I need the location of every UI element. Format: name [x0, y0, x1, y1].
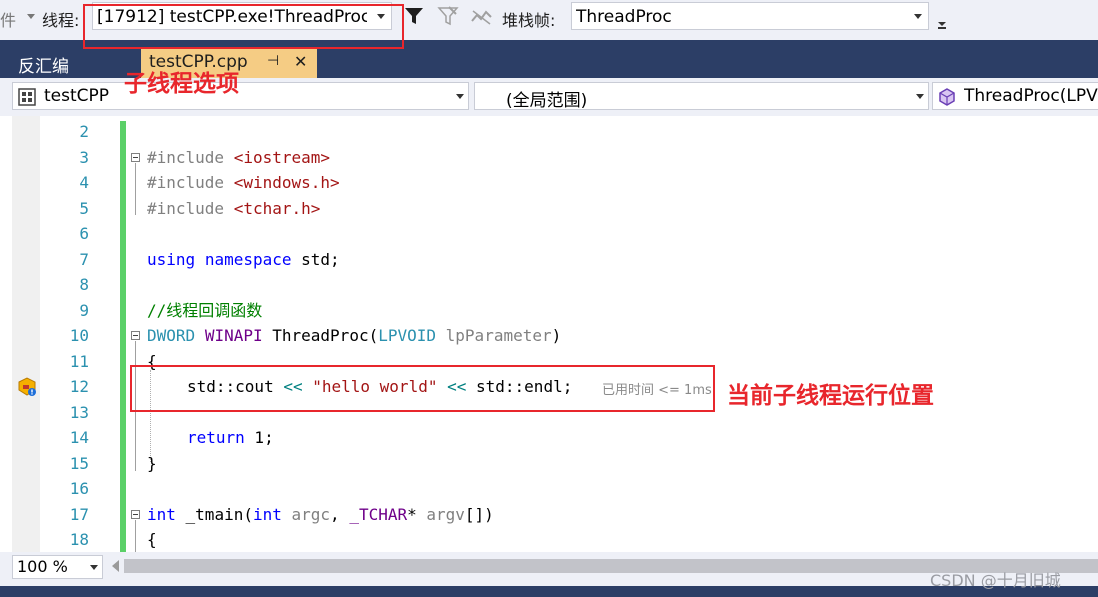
- line-number: 7: [79, 250, 89, 269]
- current-position-annotation: 当前子线程运行位置: [727, 383, 934, 409]
- filter-icon[interactable]: [403, 5, 425, 27]
- chevron-down-icon: [90, 565, 98, 570]
- zoom-select[interactable]: 100 %: [12, 555, 103, 579]
- project-select-value: testCPP: [44, 86, 110, 106]
- chevron-down-icon: [916, 94, 924, 99]
- method-icon: [939, 88, 955, 106]
- collapse-icon[interactable]: [131, 510, 140, 519]
- line-number: 2: [79, 122, 89, 141]
- thread-option-highlight: [83, 4, 404, 49]
- chevron-down-icon[interactable]: [27, 14, 35, 19]
- fold-guide: [135, 520, 136, 552]
- project-select[interactable]: testCPP: [12, 82, 469, 110]
- change-tracking-bar: [120, 121, 126, 552]
- tab-disassembly-label: 反汇编: [18, 57, 69, 77]
- code-line-14: return 1;: [187, 428, 274, 447]
- line-number: 5: [79, 199, 89, 218]
- code-line-9: //线程回调函数: [147, 301, 263, 320]
- line-number: 14: [69, 428, 89, 447]
- line-number: 4: [79, 173, 89, 192]
- line-number: 18: [69, 530, 89, 549]
- watermark: CSDN @十月旧城: [930, 571, 1061, 590]
- line-number: 6: [79, 224, 89, 243]
- toolbar-overflow-icon[interactable]: [936, 14, 948, 30]
- code-line-5: #include <tchar.h>: [147, 199, 321, 218]
- thread-option-annotation: 子线程选项: [124, 71, 239, 97]
- chevron-down-icon: [914, 14, 922, 19]
- line-number: 10: [69, 326, 89, 345]
- close-icon[interactable]: ✕: [294, 52, 307, 71]
- stack-frame-label: 堆栈帧:: [502, 11, 556, 30]
- code-line-10: DWORD WINAPI ThreadProc(LPVOID lpParamet…: [147, 326, 562, 345]
- zoom-value: 100 %: [17, 557, 68, 576]
- line-number: 13: [69, 403, 89, 422]
- line-number: 9: [79, 301, 89, 320]
- glyph-margin[interactable]: [12, 116, 40, 552]
- flag-filter-icon[interactable]: [437, 5, 459, 27]
- stack-frame-select[interactable]: ThreadProc: [571, 2, 929, 30]
- code-line-15: }: [147, 454, 157, 473]
- function-select-value: ThreadProc(LPV: [964, 86, 1098, 106]
- collapse-icon[interactable]: [131, 153, 140, 162]
- expand-callstack-icon[interactable]: [470, 7, 494, 27]
- current-line-highlight: [130, 365, 715, 412]
- thread-marker-icon[interactable]: [16, 377, 38, 397]
- fold-guide: [135, 163, 136, 215]
- scope-select-value: (全局范围): [506, 91, 588, 111]
- code-line-17: int _tmain(int argc, _TCHAR* argv[]): [147, 505, 494, 524]
- line-number: 17: [69, 505, 89, 524]
- thread-label: 线程:: [42, 11, 80, 30]
- tab-disassembly[interactable]: 反汇编: [10, 48, 138, 78]
- chevron-down-icon: [456, 94, 464, 99]
- scroll-left-icon[interactable]: [112, 560, 119, 572]
- line-number: 12: [69, 377, 89, 396]
- toolbar-cut-label: 件: [0, 11, 17, 30]
- line-number: 16: [69, 479, 89, 498]
- project-icon: [18, 88, 36, 106]
- stack-frame-select-value: ThreadProc: [576, 7, 672, 27]
- code-line-4: #include <windows.h>: [147, 173, 340, 192]
- line-number: 15: [69, 454, 89, 473]
- line-number: 8: [79, 275, 89, 294]
- function-select[interactable]: ThreadProc(LPV: [932, 82, 1098, 110]
- code-line-7: using namespace std;: [147, 250, 340, 269]
- line-number: 11: [69, 352, 89, 371]
- pin-icon[interactable]: ⊣: [267, 53, 279, 69]
- line-number: 3: [79, 148, 89, 167]
- collapse-icon[interactable]: [131, 331, 140, 340]
- scope-select[interactable]: (全局范围): [474, 82, 929, 111]
- code-line-3: #include <iostream>: [147, 148, 331, 167]
- code-line-18: {: [147, 530, 157, 549]
